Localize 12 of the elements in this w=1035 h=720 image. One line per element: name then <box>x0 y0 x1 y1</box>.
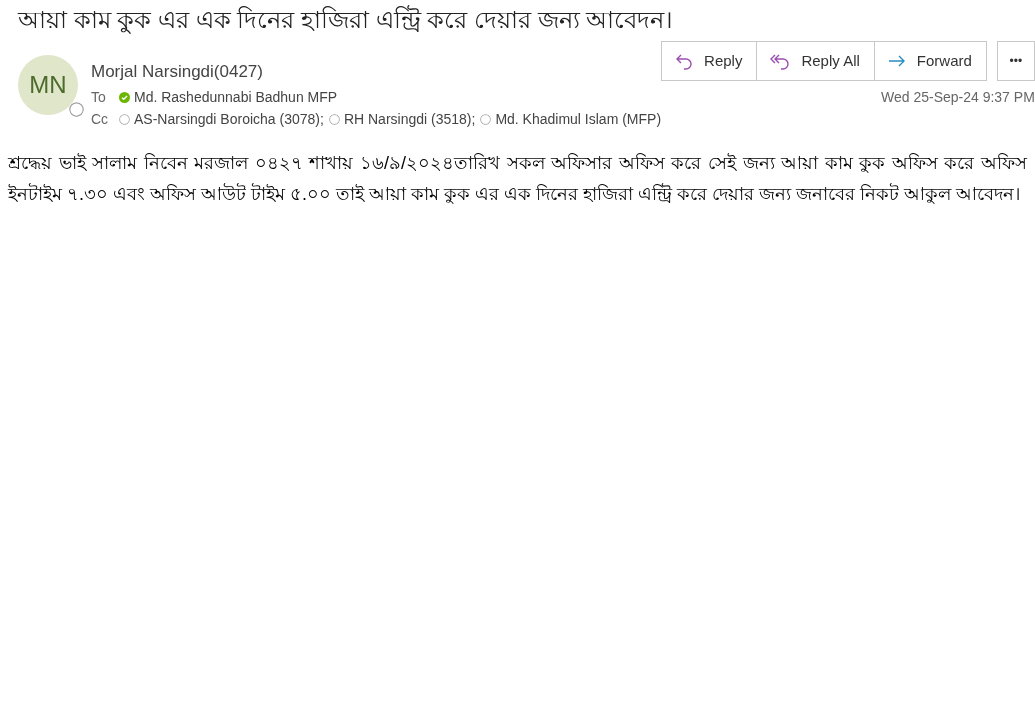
recipient-name[interactable]: AS-Narsingdi Boroicha (3078); <box>134 108 324 130</box>
sent-date: Wed 25-Sep-24 9:37 PM <box>880 88 1035 107</box>
sender-name[interactable]: Morjal Narsingdi(0427) <box>91 61 662 83</box>
field-label: Cc <box>91 110 110 129</box>
recipient-name[interactable]: Md. Khadimul Islam (MFP) <box>495 108 662 130</box>
email-body: শ্রদ্ধেয় ভাই সালাম নিবেন মরজাল ০৪২৭ শাখায় ১৬/৯/২০২৪তারিখ সকল অফিসার অফিস করে সেই জন্য আয়া কাম কুক অফিস করে অফিস ইনটাইম ৭.৩০ এবং অফিস আউট টাইম ৫.০০ তাই আয়া কাম কুক এর এক দিনের হাজিরা এন্ট্রি করে দেয়ার জন্য জনাবের নিকট আকুল আবেদন। <box>6 152 1028 206</box>
avatar: MN <box>18 55 78 115</box>
more-options-button[interactable]: ••• <box>996 41 1035 81</box>
email-subject: আয়া কাম কুক এর এক দিনের হাজিরা এন্ট্রি করে দেয়ার জন্য আবেদন। <box>16 4 675 36</box>
recipient-name[interactable]: Md. Rashedunnabi Badhun MFP <box>134 86 338 108</box>
recipient-name[interactable]: RH Narsingdi (3518); <box>343 108 476 130</box>
field-label: To <box>91 88 107 107</box>
